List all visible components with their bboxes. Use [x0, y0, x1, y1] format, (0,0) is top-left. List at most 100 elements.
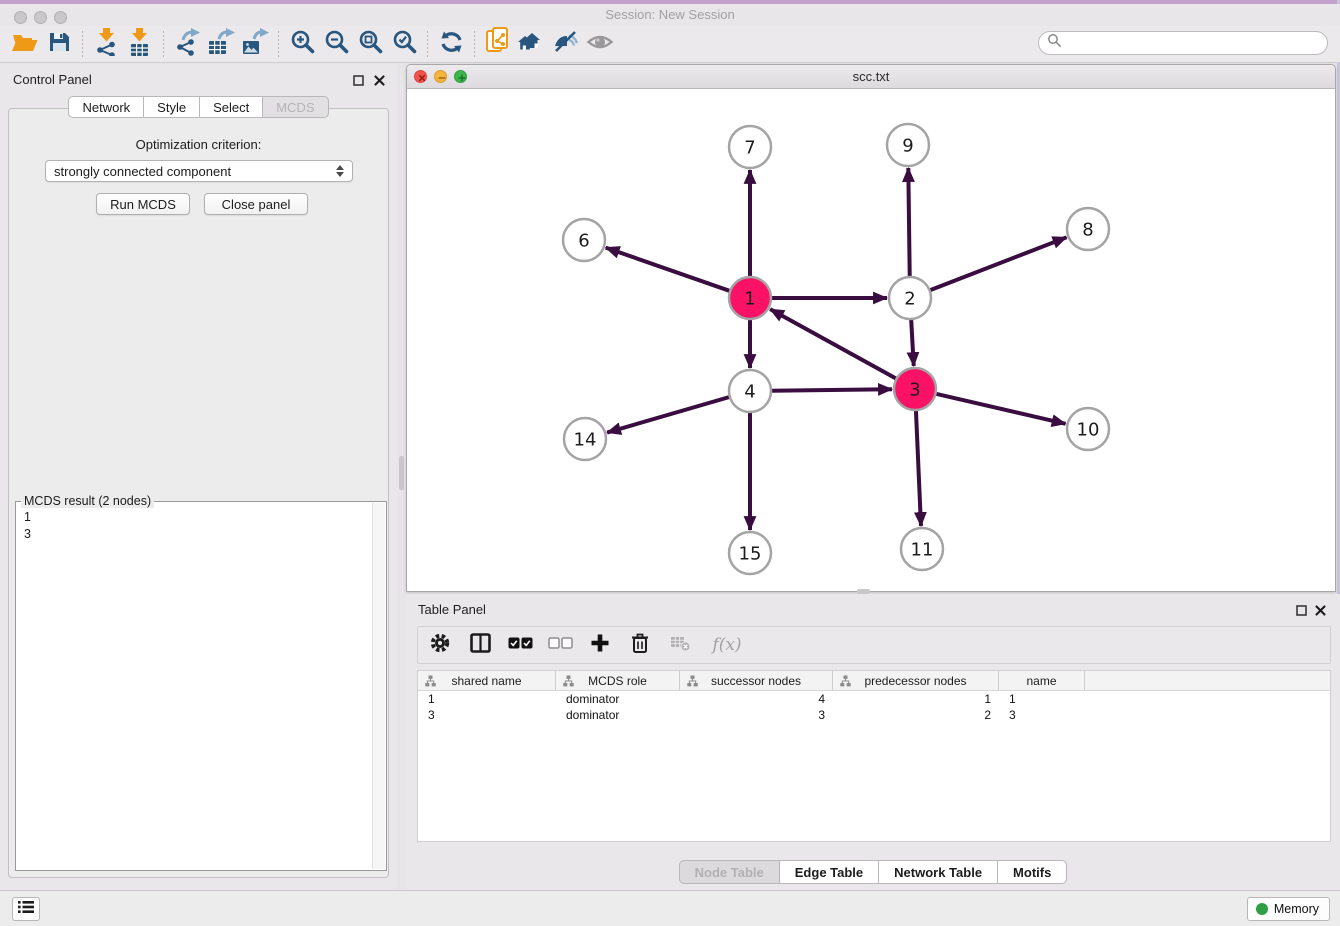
criterion-dropdown[interactable]: strongly connected component [45, 160, 353, 182]
show-columns-button[interactable] [468, 633, 492, 657]
export-table-button[interactable] [204, 28, 238, 60]
vertical-splitter-handle[interactable] [399, 456, 404, 490]
control-panel-title: Control Panel [13, 72, 92, 87]
cell-successor-nodes[interactable]: 3 [680, 707, 833, 723]
table-row[interactable]: 3 dominator 3 2 3 [418, 707, 1330, 723]
tab-style[interactable]: Style [143, 96, 200, 118]
cell-mcds-role[interactable]: dominator [556, 691, 680, 707]
float-table-panel-icon[interactable] [1296, 603, 1307, 614]
save-session-button[interactable] [42, 28, 76, 60]
network-window-titlebar[interactable]: scc.txt [407, 65, 1335, 89]
table-row[interactable]: 1 dominator 4 1 1 [418, 691, 1330, 707]
tab-mcds[interactable]: MCDS [262, 96, 328, 118]
cell-name[interactable]: 1 [999, 691, 1085, 707]
import-network-icon [93, 28, 120, 61]
select-all-columns-button[interactable] [508, 633, 532, 657]
cell-predecessor-nodes[interactable]: 1 [833, 691, 999, 707]
search-box[interactable] [1038, 31, 1328, 55]
graph-edge-2-3[interactable] [911, 319, 914, 366]
graph-node-label-2: 2 [904, 289, 915, 310]
open-folder-icon [11, 30, 39, 59]
column-header-name[interactable]: name [999, 671, 1085, 690]
graph-edge-3-10[interactable] [935, 394, 1065, 424]
control-panel-tabs: Network Style Select MCDS [0, 96, 397, 118]
apply-layout-button[interactable] [434, 28, 468, 60]
export-image-button[interactable] [238, 28, 272, 60]
column-header-successor-nodes[interactable]: successor nodes [680, 671, 833, 690]
open-session-button[interactable] [8, 28, 42, 60]
run-mcds-button[interactable]: Run MCDS [96, 193, 190, 215]
zoom-fit-button[interactable] [353, 28, 387, 60]
memory-button-label: Memory [1274, 902, 1319, 916]
application-window: Session: New Session [0, 0, 1340, 926]
graph-node-label-3: 3 [909, 380, 920, 401]
table-panel-tabs: Node Table Edge Table Network Table Moti… [406, 860, 1340, 884]
home-layout-button[interactable] [515, 28, 549, 60]
tab-network-table[interactable]: Network Table [878, 860, 998, 884]
result-line: 1 [24, 509, 372, 526]
column-header-predecessor-nodes[interactable]: predecessor nodes [833, 671, 999, 690]
main-toolbar [0, 26, 1340, 63]
graph-edge-4-14[interactable] [607, 397, 730, 433]
cell-successor-nodes[interactable]: 4 [680, 691, 833, 707]
tab-motifs[interactable]: Motifs [997, 860, 1067, 884]
graph-node-label-7: 7 [744, 138, 755, 159]
graph-edge-3-1[interactable] [770, 309, 896, 379]
window-title: Session: New Session [0, 7, 1340, 22]
delete-table-button [668, 633, 692, 657]
toolbar-separator [474, 31, 475, 57]
memory-status-icon [1256, 903, 1268, 915]
import-network-button[interactable] [89, 28, 123, 60]
graph-edge-4-3[interactable] [771, 389, 892, 390]
toolbar-separator [427, 31, 428, 57]
zoom-in-button[interactable] [285, 28, 319, 60]
cell-name[interactable]: 3 [999, 707, 1085, 723]
refresh-icon [439, 30, 464, 59]
fx-icon: f(x) [712, 635, 741, 655]
show-graphics-details-button[interactable] [583, 28, 617, 60]
gear-icon [429, 632, 451, 659]
export-network-button[interactable] [170, 28, 204, 60]
tab-select[interactable]: Select [199, 96, 263, 118]
zoom-fit-icon [358, 29, 383, 59]
tab-network[interactable]: Network [68, 96, 144, 118]
search-input[interactable] [1067, 33, 1327, 53]
tab-node-table[interactable]: Node Table [679, 860, 780, 884]
cell-shared-name[interactable]: 1 [418, 691, 556, 707]
graph-edge-1-6[interactable] [606, 248, 730, 291]
network-overview-button[interactable] [481, 28, 515, 60]
deselect-all-columns-button[interactable] [548, 633, 572, 657]
result-scrollbar[interactable] [372, 503, 385, 869]
result-line: 3 [24, 526, 372, 543]
graph-edge-3-11[interactable] [916, 410, 921, 526]
main-titlebar: Session: New Session [0, 4, 1340, 26]
zoom-selected-button[interactable] [387, 28, 421, 60]
close-panel-icon[interactable] [374, 73, 385, 84]
network-graph[interactable]: 7968124314101511 [408, 89, 1334, 591]
cell-mcds-role[interactable]: dominator [556, 707, 680, 723]
network-canvas[interactable]: 7968124314101511 [408, 89, 1334, 591]
column-header-shared-name[interactable]: shared name [418, 671, 556, 690]
cell-predecessor-nodes[interactable]: 2 [833, 707, 999, 723]
zoom-out-button[interactable] [319, 28, 353, 60]
float-panel-icon[interactable] [353, 73, 364, 84]
create-column-button[interactable] [588, 633, 612, 657]
hide-graphics-details-button[interactable] [549, 28, 583, 60]
column-label: name [1026, 674, 1056, 688]
column-header-mcds-role[interactable]: MCDS role [556, 671, 680, 690]
graph-edge-2-8[interactable] [930, 237, 1067, 290]
table-settings-button[interactable] [428, 633, 452, 657]
delete-column-button[interactable] [628, 633, 652, 657]
task-history-button[interactable] [12, 897, 40, 921]
import-table-button[interactable] [123, 28, 157, 60]
cell-shared-name[interactable]: 3 [418, 707, 556, 723]
graph-node-label-6: 6 [578, 231, 589, 252]
mcds-result-text[interactable]: 1 3 [17, 506, 372, 869]
tab-edge-table[interactable]: Edge Table [779, 860, 879, 884]
close-table-panel-icon[interactable] [1315, 603, 1326, 614]
memory-button[interactable]: Memory [1247, 897, 1330, 921]
close-panel-button[interactable]: Close panel [204, 193, 308, 215]
graph-edge-2-9[interactable] [908, 168, 909, 277]
trash-icon [630, 632, 650, 659]
eye-icon [586, 31, 614, 58]
